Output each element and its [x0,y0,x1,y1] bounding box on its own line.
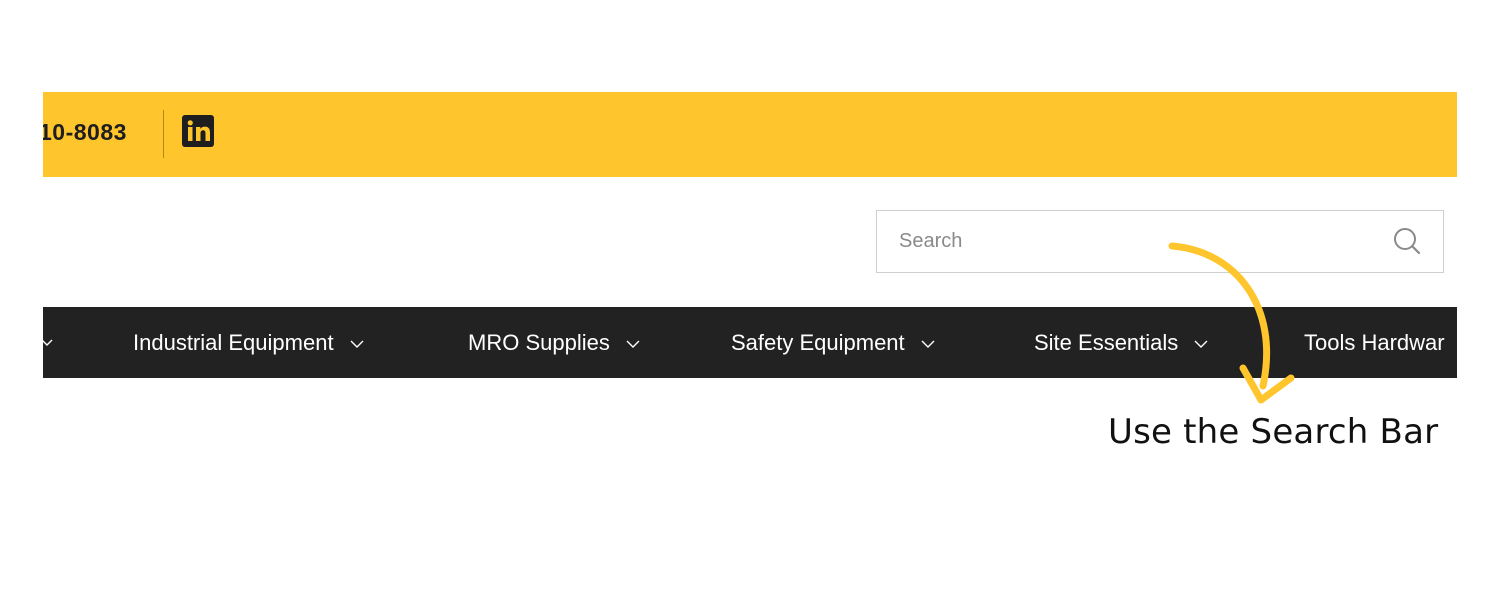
search-icon[interactable] [1392,226,1422,256]
nav-item-label: Site Essentials [1034,330,1179,355]
top-bar: 10-8083 [43,92,1457,177]
chevron-down-icon [43,339,53,346]
curved-arrow-icon [1168,242,1295,404]
chevron-down-icon [626,340,640,349]
phone-number[interactable]: 10-8083 [43,119,127,146]
annotation-text: Use the Search Bar [1108,412,1439,452]
nav-item-industrial-equipment[interactable]: Industrial Equipment [133,307,364,378]
nav-item-label: MRO Supplies [468,330,610,355]
chevron-down-icon [350,340,364,349]
chevron-down-icon [921,340,935,349]
linkedin-icon[interactable] [182,115,214,147]
nav-item-label: Industrial Equipment [133,330,334,355]
nav-item-label: Tools Hardwar [1304,330,1445,355]
nav-item-safety-equipment[interactable]: Safety Equipment [731,307,935,378]
nav-item-label: Safety Equipment [731,330,905,355]
top-bar-divider [163,110,164,158]
nav-item-mro-supplies[interactable]: MRO Supplies [468,307,640,378]
nav-item-tools-hardware[interactable]: Tools Hardwar [1304,307,1445,378]
